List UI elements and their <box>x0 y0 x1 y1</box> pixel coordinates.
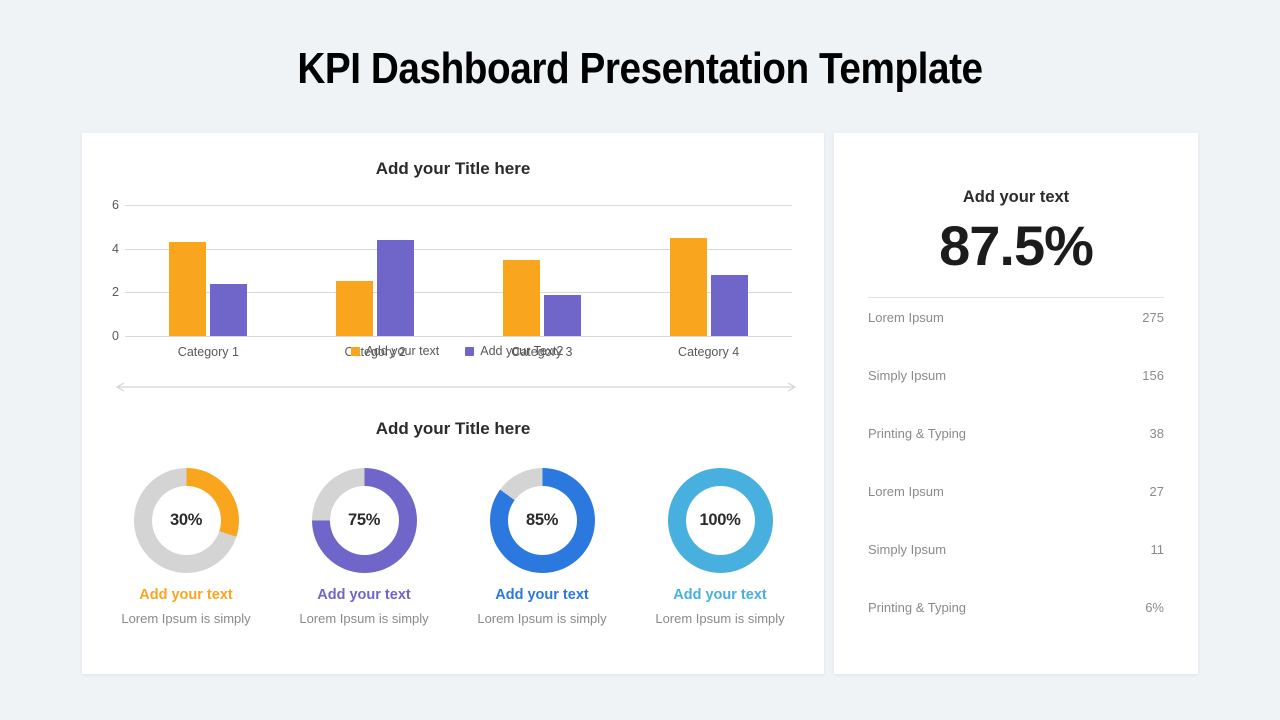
kpi-list: Lorem Ipsum 275 Simply Ipsum 156 Printing & … <box>868 310 1164 658</box>
kpi-row-label: Simply Ipsum <box>868 368 947 383</box>
kpi-row-label: Lorem Ipsum <box>868 484 944 499</box>
kpi-list-row[interactable]: Printing & Typing 38 <box>868 426 1164 484</box>
bar-chart: 0 2 4 6 Category 1 Category 2 Category 3 Categ… <box>112 196 802 359</box>
donut-ring[interactable]: 85% <box>489 468 595 573</box>
kpi-row-value: 6% <box>1145 600 1164 615</box>
bar[interactable] <box>210 283 248 336</box>
donut-percent-label: 85% <box>507 486 577 555</box>
bar-group: Category 2 <box>292 205 459 359</box>
bar[interactable] <box>669 237 707 336</box>
bar-chart-legend: Add your text Add your Text2 <box>112 344 802 358</box>
legend-item[interactable]: Add your Text2 <box>465 344 563 358</box>
bar-group: Category 4 <box>625 205 792 359</box>
kpi-row-label: Printing & Typing <box>868 426 967 441</box>
bar[interactable] <box>543 294 581 336</box>
donut-percent-label: 30% <box>151 486 221 555</box>
kpi-row-value: 156 <box>1142 368 1164 383</box>
bar-group: Category 3 <box>459 205 626 359</box>
donut-heading: Add your text <box>673 587 767 603</box>
legend-label: Add your text <box>365 344 440 358</box>
page-title: KPI Dashboard Presentation Template <box>297 44 983 93</box>
bar[interactable] <box>377 239 415 336</box>
gridline: 0 <box>112 329 792 343</box>
donut-heading: Add your text <box>139 587 233 603</box>
kpi-list-row[interactable]: Lorem Ipsum 27 <box>868 484 1164 542</box>
donut-ring[interactable]: 30% <box>133 468 239 573</box>
y-axis-tick-label: 2 <box>112 285 119 300</box>
bar[interactable] <box>336 281 374 336</box>
kpi-row-value: 27 <box>1149 484 1164 499</box>
bar-chart-plot-area: Category 1 Category 2 Category 3 Category 4 <box>125 205 792 359</box>
kpi-list-row[interactable]: Simply Ipsum 11 <box>868 542 1164 600</box>
kpi-row-label: Simply Ipsum <box>868 542 947 557</box>
donut-ring[interactable]: 75% <box>311 468 417 573</box>
y-axis-tick-label: 4 <box>112 241 119 256</box>
donut-card: 100% Add your text Lorem Ipsum is simply <box>634 468 806 626</box>
kpi-row-label: Printing & Typing <box>868 600 967 615</box>
kpi-list-row[interactable]: Printing & Typing 6% <box>868 600 1164 658</box>
kpi-row-label: Lorem Ipsum <box>868 310 944 325</box>
kpi-list-row[interactable]: Simply Ipsum 156 <box>868 368 1164 426</box>
donut-caption: Lorem Ipsum is simply <box>121 611 251 626</box>
section-divider-arrow-icon <box>110 380 802 394</box>
donut-chart-row: 30% Add your text Lorem Ipsum is simply 75%… <box>100 468 806 626</box>
kpi-heading: Add your text <box>962 188 1070 206</box>
donut-caption: Lorem Ipsum is simply <box>655 611 785 626</box>
donut-card: 75% Add your text Lorem Ipsum is simply <box>278 468 450 626</box>
kpi-row-value: 11 <box>1150 542 1165 557</box>
donut-percent-label: 75% <box>329 486 399 555</box>
y-axis-tick-label: 6 <box>112 198 119 212</box>
donut-heading: Add your text <box>317 587 411 603</box>
legend-label: Add your Text2 <box>480 344 564 358</box>
donut-ring[interactable]: 100% <box>667 468 773 573</box>
donut-percent-label: 100% <box>685 486 755 555</box>
bar-group: Category 1 <box>125 205 292 359</box>
donut-caption: Lorem Ipsum is simply <box>299 611 429 626</box>
bar-chart-title: Add your Title here <box>375 159 531 178</box>
donut-caption: Lorem Ipsum is simply <box>477 611 607 626</box>
kpi-divider <box>868 297 1164 298</box>
kpi-list-row[interactable]: Lorem Ipsum 275 <box>868 310 1164 368</box>
kpi-row-value: 38 <box>1149 426 1164 441</box>
legend-swatch <box>465 346 475 356</box>
kpi-row-value: 275 <box>1142 310 1164 325</box>
legend-item[interactable]: Add your text <box>350 344 440 358</box>
donut-section-title: Add your Title here <box>375 419 531 438</box>
legend-swatch <box>350 346 360 356</box>
donut-card: 30% Add your text Lorem Ipsum is simply <box>100 468 272 626</box>
donut-heading: Add your text <box>495 587 589 603</box>
donut-card: 85% Add your text Lorem Ipsum is simply <box>456 468 628 626</box>
bar[interactable] <box>710 274 748 336</box>
bar[interactable] <box>502 259 540 336</box>
y-axis-tick-label: 0 <box>112 329 119 343</box>
kpi-big-value: 87.5% <box>939 214 1094 277</box>
bar[interactable] <box>169 242 207 336</box>
